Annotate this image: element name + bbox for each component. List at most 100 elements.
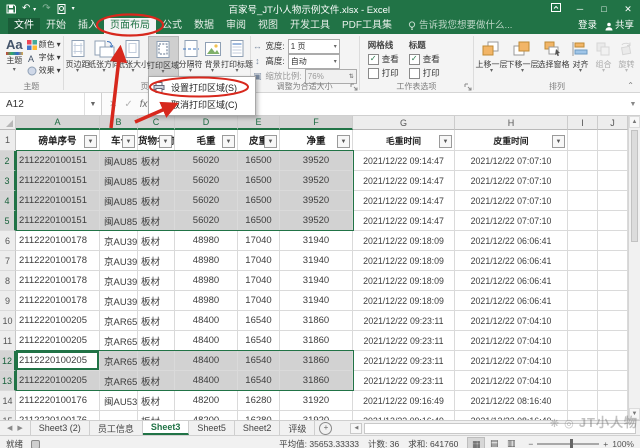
cell-C14[interactable]: 板材 [138,391,175,411]
cell-G14[interactable]: 2021/12/22 09:16:49 [353,391,455,411]
cell-I3[interactable] [568,171,598,191]
cell-E8[interactable]: 17040 [238,271,280,291]
cell-J11[interactable] [598,331,628,351]
cell-C8[interactable]: 板材 [138,271,175,291]
cell-F13[interactable]: 31860 [280,371,353,391]
cell-A1[interactable]: 磅单序号▼ [16,130,100,151]
cell-J5[interactable] [598,211,628,231]
button-paper-size[interactable]: 纸张大小▾ [119,36,148,80]
menu-item-set-print-area[interactable]: 设置打印区域(S) [149,79,255,96]
button-align[interactable]: 对齐▾ [569,36,592,80]
cell-G15[interactable]: 2021/12/22 09:16:49 [353,411,455,420]
vertical-scrollbar[interactable]: ▲ ▼ [628,116,640,420]
cell-C15[interactable]: 板材 [138,411,175,420]
cell-A8[interactable]: 2112220100178 [16,271,100,291]
cell-H5[interactable]: 2021/12/22 07:07:10 [455,211,568,231]
macro-record-icon[interactable] [31,440,40,448]
redo-icon[interactable]: ↷ [42,0,50,18]
row-header-10[interactable]: 10 [0,311,16,331]
cell-A6[interactable]: 2112220100178 [16,231,100,251]
cell-H12[interactable]: 2021/12/22 07:04:10 [455,351,568,371]
column-header-H[interactable]: H [455,116,568,130]
cell-B9[interactable]: 京AU396 [100,291,138,311]
cell-A5[interactable]: 2112220100151 [16,211,100,231]
cell-H14[interactable]: 2021/12/22 08:16:40 [455,391,568,411]
zoom-slider[interactable] [537,443,599,445]
row-header-8[interactable]: 8 [0,271,16,291]
tab-6[interactable]: 审阅 [220,18,252,34]
cell-E5[interactable]: 16500 [238,211,280,231]
cell-C1[interactable]: 货物名称▼ [138,130,175,151]
tab-7[interactable]: 视图 [252,18,284,34]
column-header-I[interactable]: I [568,116,598,130]
cell-J1[interactable] [598,130,628,151]
scale-to-fit-dialog-launcher-icon[interactable] [350,83,358,91]
tab-4[interactable]: 公式 [156,18,188,34]
cell-G3[interactable]: 2021/12/22 09:14:47 [353,171,455,191]
cell-I8[interactable] [568,271,598,291]
button-orientation[interactable]: 纸张方向▾ [90,36,119,80]
cell-J8[interactable] [598,271,628,291]
cell-I6[interactable] [568,231,598,251]
cell-A12[interactable]: 2112220100205 [16,351,100,371]
cell-I1[interactable] [568,130,598,151]
cell-A7[interactable]: 2112220100178 [16,251,100,271]
cell-E10[interactable]: 16540 [238,311,280,331]
cell-G12[interactable]: 2021/12/22 09:23:11 [353,351,455,371]
cancel-icon[interactable]: ✕ [109,99,117,110]
name-box-dropdown-icon[interactable]: ▼ [85,93,102,115]
cell-I5[interactable] [568,211,598,231]
cell-C11[interactable]: 板材 [138,331,175,351]
sheet-tab-Sheet5[interactable]: Sheet5 [189,421,235,435]
cell-G5[interactable]: 2021/12/22 09:14:47 [353,211,455,231]
row-header-14[interactable]: 14 [0,391,16,411]
button-breaks[interactable]: 分隔符▾ [179,36,203,80]
cell-I2[interactable] [568,151,598,171]
insert-function-icon[interactable]: fx [140,99,148,110]
cell-B7[interactable]: 京AU396 [100,251,138,271]
column-header-J[interactable]: J [598,116,628,130]
button-bring-forward[interactable]: 上移一层▾ [476,36,507,80]
filter-dropdown-icon[interactable]: ▼ [337,135,350,148]
cell-H1[interactable]: 皮重时间▼ [455,130,568,151]
cell-C4[interactable]: 板材 [138,191,175,211]
checked-checkbox-icon[interactable]: ✓ [409,54,420,65]
share-button[interactable]: 共享 [605,18,634,34]
cell-B2[interactable]: 闽AU858 [100,151,138,171]
cell-D1[interactable]: 毛重▼ [175,130,238,151]
cell-C12[interactable]: 板材 [138,351,175,371]
column-header-B[interactable]: B [100,116,138,130]
filter-dropdown-icon[interactable]: ▼ [159,135,172,148]
cell-J10[interactable] [598,311,628,331]
hscroll-left-icon[interactable]: ◀ [350,423,362,434]
checked-checkbox-icon[interactable]: ✓ [368,54,379,65]
row-header-7[interactable]: 7 [0,251,16,271]
cell-B1[interactable]: 车号▼ [100,130,138,151]
cell-G11[interactable]: 2021/12/22 09:23:11 [353,331,455,351]
cell-E12[interactable]: 16540 [238,351,280,371]
qat-customize-icon[interactable]: ▾ [72,0,75,18]
unchecked-checkbox-icon[interactable] [368,68,379,79]
cell-H8[interactable]: 2021/12/22 06:06:41 [455,271,568,291]
cell-D4[interactable]: 56020 [175,191,238,211]
cell-F12[interactable]: 31860 [280,351,353,371]
cell-F6[interactable]: 31940 [280,231,353,251]
cell-H6[interactable]: 2021/12/22 06:06:41 [455,231,568,251]
cell-F2[interactable]: 39520 [280,151,353,171]
cell-J15[interactable] [598,411,628,420]
column-header-C[interactable]: C [138,116,175,130]
cell-I4[interactable] [568,191,598,211]
cell-G6[interactable]: 2021/12/22 09:18:09 [353,231,455,251]
cell-G9[interactable]: 2021/12/22 09:18:09 [353,291,455,311]
cell-H13[interactable]: 2021/12/22 07:04:10 [455,371,568,391]
sheet-prev-icon[interactable]: ◀ [7,424,12,432]
menu-item-clear-print-area[interactable]: 取消打印区域(C) [149,96,255,113]
themes-item-0[interactable]: 颜色▾ [27,38,61,51]
cell-J9[interactable] [598,291,628,311]
page-layout-view-icon[interactable]: ▤ [486,437,502,448]
row-header-5[interactable]: 5 [0,211,16,231]
unchecked-checkbox-icon[interactable] [409,68,420,79]
cell-B4[interactable]: 闽AU858 [100,191,138,211]
cell-E6[interactable]: 17040 [238,231,280,251]
cell-E2[interactable]: 16500 [238,151,280,171]
